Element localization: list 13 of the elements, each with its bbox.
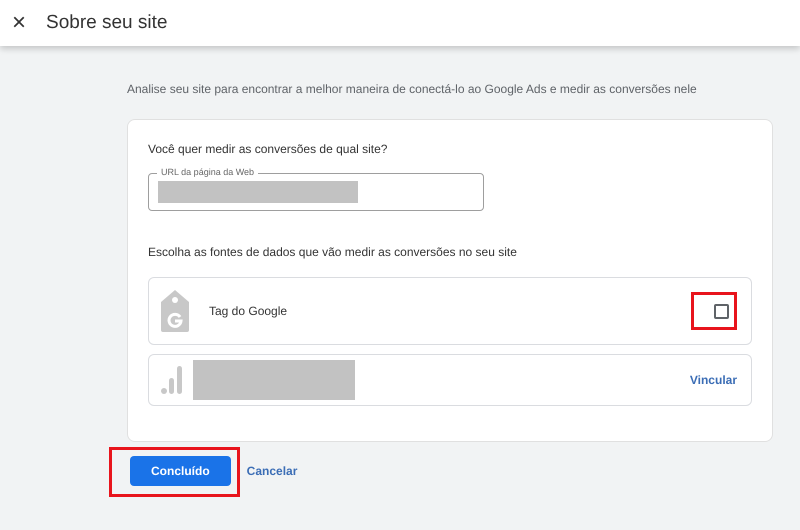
question-text: Você quer medir as conversões de qual site?: [148, 142, 388, 156]
tag-icon: [161, 290, 189, 332]
intro-text: Analise seu site para encontrar a melhor maneira de conectá-lo ao Google Ads e medir as conversões nele: [127, 82, 698, 96]
done-button[interactable]: Concluído: [130, 456, 231, 486]
bar-chart-icon: [161, 366, 183, 394]
url-field[interactable]: URL da página da Web: [148, 166, 484, 211]
cancel-link[interactable]: Cancelar: [246, 464, 298, 478]
link-action[interactable]: Vincular: [690, 373, 737, 387]
source-label: Tag do Google: [209, 304, 288, 318]
page-title: Sobre seu site: [46, 12, 168, 34]
checkbox[interactable]: [714, 304, 729, 318]
close-button[interactable]: ×: [8, 11, 30, 35]
sources-heading: Escolha as fontes de dados que vão medir as conversões no seu site: [148, 245, 518, 259]
